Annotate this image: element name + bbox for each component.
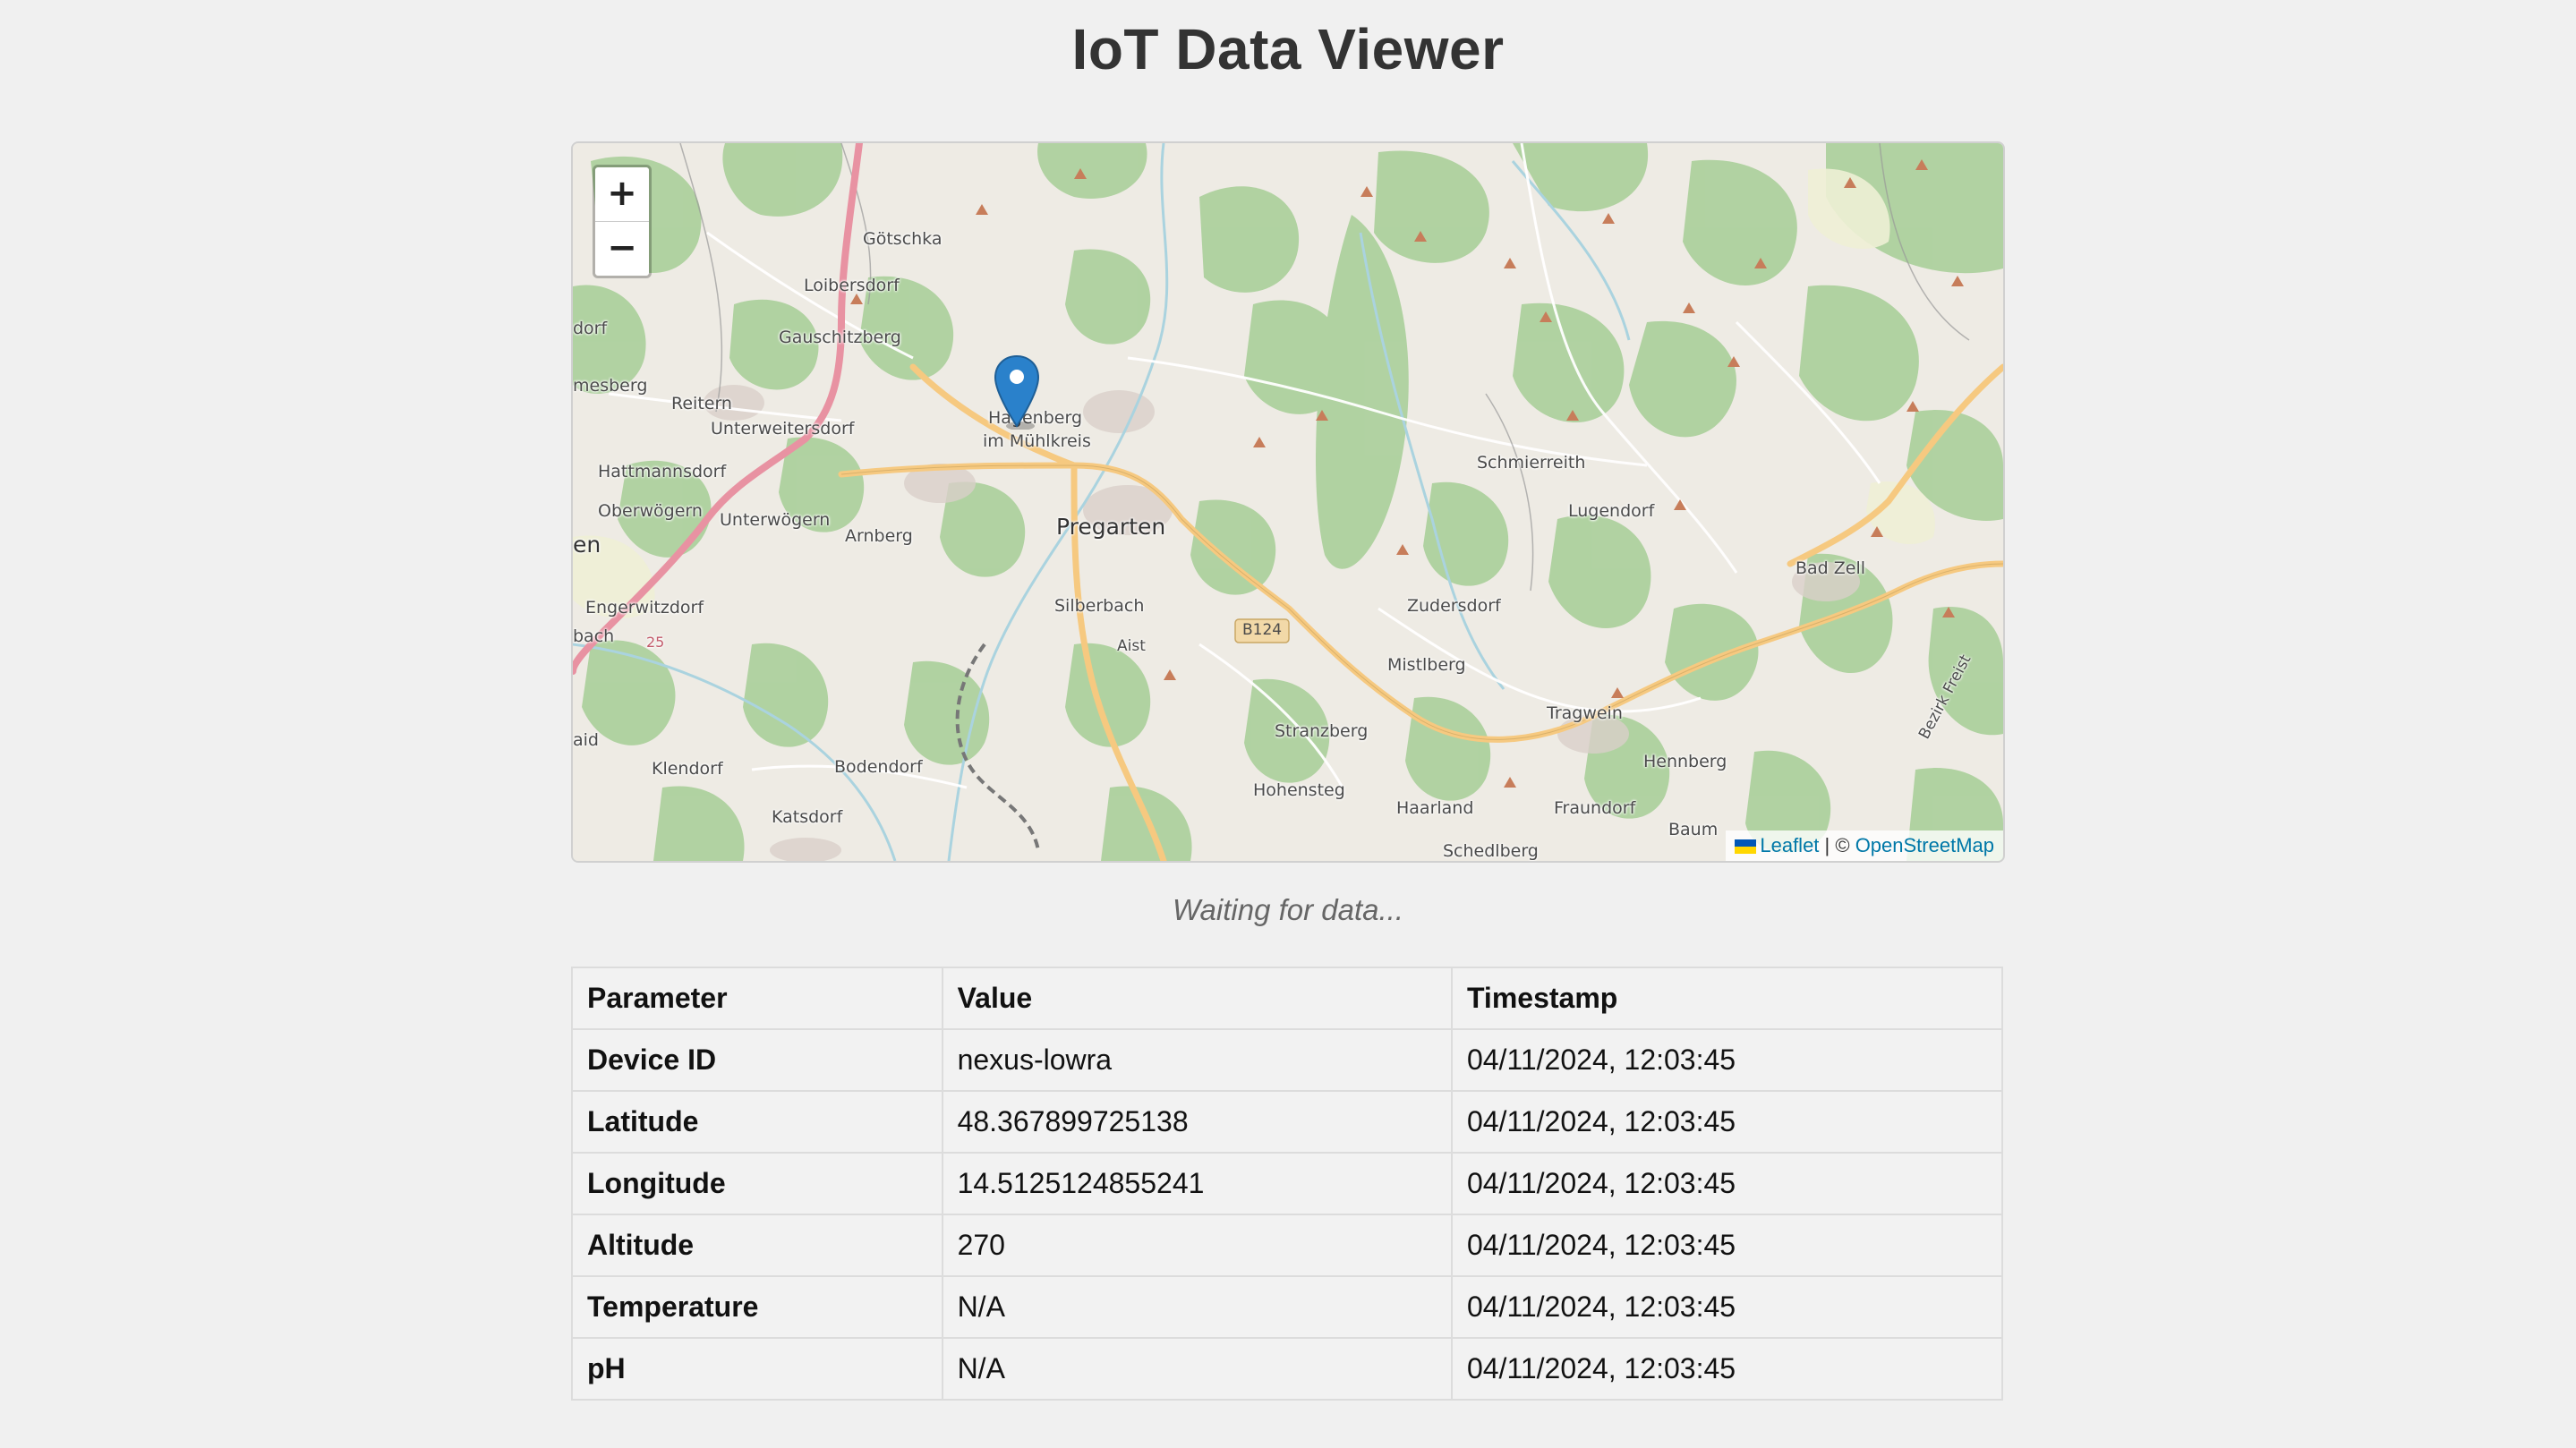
zoom-out-button[interactable]: − [595, 222, 649, 276]
place-label: Engerwitzdorf [585, 598, 704, 618]
place-label: Klendorf [652, 759, 723, 779]
place-label: Aist [1117, 637, 1146, 655]
timestamp-cell: 04/11/2024, 12:03:45 [1450, 1090, 2004, 1154]
table-row: Altitude 270 04/11/2024, 12:03:45 [571, 1214, 2004, 1277]
column-header-value: Value [941, 967, 1453, 1030]
value-cell: nexus-lowra [941, 1028, 1453, 1092]
location-marker-icon[interactable] [994, 354, 1040, 430]
place-label: Bad Zell [1796, 558, 1866, 578]
place-label: Silberbach [1054, 596, 1145, 616]
parameter-cell: Altitude [571, 1214, 943, 1277]
timestamp-cell: 04/11/2024, 12:03:45 [1450, 1337, 2004, 1401]
map-tiles[interactable] [573, 143, 2003, 861]
place-label: Arnberg [845, 526, 913, 546]
value-cell: 48.367899725138 [941, 1090, 1453, 1154]
openstreetmap-link[interactable]: OpenStreetMap [1855, 834, 1994, 856]
place-label: Stranzberg [1275, 721, 1369, 741]
value-cell: 14.5125124855241 [941, 1152, 1453, 1215]
place-label: Loibersdorf [804, 276, 900, 295]
value-cell: 270 [941, 1214, 1453, 1277]
place-label: mesberg [573, 376, 648, 396]
column-header-parameter: Parameter [571, 967, 943, 1030]
table-header-row: Parameter Value Timestamp [571, 967, 2004, 1030]
place-label: Götschka [863, 229, 943, 249]
place-label: Hattmannsdorf [598, 462, 727, 481]
place-label: Zudersdorf [1407, 596, 1501, 616]
table-row: Device ID nexus-lowra 04/11/2024, 12:03:… [571, 1028, 2004, 1092]
place-label: Gauschitzberg [779, 328, 901, 347]
parameter-cell: Latitude [571, 1090, 943, 1154]
place-label: bach [573, 626, 615, 646]
parameter-cell: Device ID [571, 1028, 943, 1092]
timestamp-cell: 04/11/2024, 12:03:45 [1450, 1275, 2004, 1339]
place-label: Hennberg [1643, 752, 1727, 771]
place-label: dorf [573, 319, 608, 338]
place-label: Pregarten [1056, 514, 1166, 540]
data-table: Parameter Value Timestamp Device ID nexu… [571, 967, 2004, 1401]
zoom-control: + − [593, 165, 652, 278]
place-label: im Mühlkreis [983, 431, 1091, 451]
table-row: Temperature N/A 04/11/2024, 12:03:45 [571, 1275, 2004, 1339]
table-row: Latitude 48.367899725138 04/11/2024, 12:… [571, 1090, 2004, 1154]
status-message: Waiting for data... [1172, 893, 1404, 926]
attribution-separator: | © [1819, 834, 1855, 856]
place-label: Unterweitersdorf [711, 419, 855, 439]
place-label: Baum [1668, 820, 1719, 839]
ukraine-flag-icon [1735, 839, 1757, 854]
column-header-timestamp: Timestamp [1450, 967, 2004, 1030]
parameter-cell: Temperature [571, 1275, 943, 1339]
place-label: Lugendorf [1568, 501, 1655, 521]
road-label-b124: B124 [1242, 621, 1283, 639]
map-attribution: Leaflet | © OpenStreetMap [1726, 830, 2003, 861]
place-label: Tragwein [1547, 703, 1623, 723]
place-label: Bodendorf [834, 757, 923, 777]
place-label: Oberwögern [598, 501, 703, 521]
parameter-cell: Longitude [571, 1152, 943, 1215]
page-title: IoT Data Viewer [1071, 17, 1505, 81]
road-label-25: 25 [646, 634, 665, 651]
place-label: Unterwögern [720, 510, 831, 530]
place-label: Schedlberg [1443, 841, 1539, 861]
timestamp-cell: 04/11/2024, 12:03:45 [1450, 1214, 2004, 1277]
place-label: Schmierreith [1477, 453, 1586, 473]
place-label: Katsdorf [772, 807, 843, 827]
table-row: pH N/A 04/11/2024, 12:03:45 [571, 1337, 2004, 1401]
map-view[interactable]: Götschka Loibersdorf Gauschitzberg dorf … [571, 141, 2005, 863]
place-label: en [573, 532, 601, 558]
parameter-cell: pH [571, 1337, 943, 1401]
table-row: Longitude 14.5125124855241 04/11/2024, 1… [571, 1152, 2004, 1215]
place-label: Fraundorf [1554, 798, 1636, 818]
leaflet-link[interactable]: Leaflet [1760, 834, 1819, 856]
value-cell: N/A [941, 1337, 1453, 1401]
page: IoT Data Viewer Götschka Loibersdorf Gau… [0, 0, 2576, 1448]
place-label: aid [573, 730, 599, 750]
timestamp-cell: 04/11/2024, 12:03:45 [1450, 1152, 2004, 1215]
place-label: Haarland [1396, 798, 1474, 818]
timestamp-cell: 04/11/2024, 12:03:45 [1450, 1028, 2004, 1092]
place-label: Reitern [671, 394, 732, 413]
place-label: Hohensteg [1253, 780, 1345, 800]
place-label: Mistlberg [1387, 655, 1466, 675]
zoom-in-button[interactable]: + [595, 167, 649, 222]
value-cell: N/A [941, 1275, 1453, 1339]
